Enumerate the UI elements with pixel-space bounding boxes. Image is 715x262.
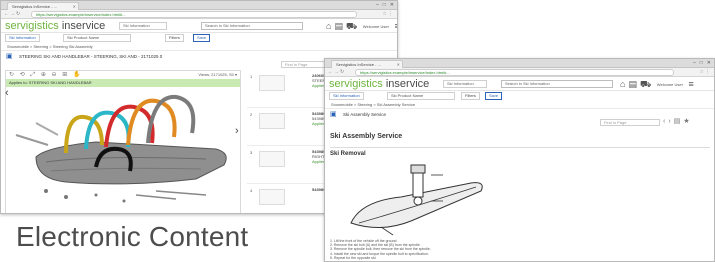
brand-logo: servigistics inservice	[329, 78, 429, 90]
header-select[interactable]: Ski Information	[443, 80, 487, 88]
next-arrow-icon[interactable]: ›	[235, 125, 239, 137]
brand-logo: servigistics inservice	[5, 20, 105, 32]
window-controls: – □ ✕	[693, 60, 711, 67]
close-icon[interactable]: ✕	[707, 60, 711, 67]
address-bar-row: ←→↻ https://servigistics.example/inservi…	[325, 68, 714, 77]
reload-icon[interactable]: ↻	[340, 69, 345, 75]
nav-buttons: ←→↻	[328, 69, 345, 76]
part-index: 2	[250, 112, 253, 117]
previous-arrow-icon[interactable]: ‹	[5, 87, 9, 99]
header-icons: ⌂▤⛟ Welcome User ≡	[617, 78, 694, 91]
hamburger-icon[interactable]: ≡	[688, 79, 693, 89]
reload-icon[interactable]: ↻	[16, 11, 21, 17]
brand-product: inservice	[61, 20, 106, 32]
tab-close-icon[interactable]: ✕	[73, 3, 76, 10]
ski-removal-illustration	[350, 164, 483, 236]
viewer-tool-icons[interactable]: ↻ ⟲ ⤢ ⊕ ⊖ ⊞ ✋	[9, 72, 82, 78]
part-index: 4	[250, 188, 253, 193]
save-button[interactable]: Save	[193, 34, 211, 42]
viewer-views-select[interactable]: Views: 2171025, S0 ▾	[198, 71, 237, 79]
section-title: Ski Removal	[330, 151, 366, 157]
menu-icon[interactable]: ⋮	[388, 11, 394, 17]
viewer-applies-banner: Applies to: STEERING SKI AND HANDLEBAR	[6, 79, 240, 87]
login-label[interactable]: Welcome User	[363, 24, 389, 29]
part-thumbnail	[259, 75, 285, 91]
header-search-input[interactable]: Search in Ski Information	[201, 22, 303, 30]
brand-name: servigistics	[329, 78, 383, 90]
context-selector[interactable]: Ski Information	[5, 34, 40, 42]
part-thumbnail	[259, 151, 285, 167]
tab-close-icon[interactable]: ✕	[397, 61, 400, 68]
find-in-page-input[interactable]: Find in Page	[600, 119, 660, 126]
header-search-input[interactable]: Search in Ski Information	[501, 80, 613, 88]
context-toolbar: Ski Information Ski Product Name Filters…	[1, 33, 397, 43]
context-field[interactable]: Ski Product Name	[63, 34, 131, 42]
page-action-icons: ‹›▤★	[663, 117, 693, 125]
part-thumbnail	[259, 113, 285, 129]
maximize-icon[interactable]: □	[700, 60, 703, 67]
brand-name: servigistics	[5, 20, 59, 32]
browser-tab-title: Servigistics InService - ...	[12, 4, 57, 9]
document-icon[interactable]: ▤	[628, 79, 637, 89]
filters-button[interactable]: Filters	[165, 34, 184, 42]
document-icon[interactable]: ▤	[334, 21, 343, 31]
document-title: Ski Assembly Service	[343, 112, 387, 117]
cart-icon[interactable]: ⛟	[640, 79, 651, 89]
page-title: Ski Assembly Service	[330, 133, 403, 140]
close-icon[interactable]: ✕	[390, 2, 394, 9]
window-controls: – □ ✕	[376, 2, 394, 9]
login-label[interactable]: Welcome User	[657, 82, 683, 87]
home-icon[interactable]: ⌂	[620, 79, 625, 89]
browser-window-service: Servigistics InService - ... ✕ – □ ✕ ←→↻…	[324, 58, 715, 262]
procedure-steps: 1. Lift the front of the vehicle off the…	[330, 239, 530, 260]
viewer-toolbar: ↻ ⟲ ⤢ ⊕ ⊖ ⊞ ✋ Views: 2171025, S0 ▾	[6, 71, 240, 79]
browser-tab-title: Servigistics InService - ...	[336, 62, 381, 67]
breadcrumb[interactable]: Snowmobile > Steering > Steering Ski Ass…	[1, 43, 397, 51]
minimize-icon[interactable]: –	[693, 60, 696, 67]
browser-tab[interactable]: Servigistics InService - ... ✕	[7, 2, 79, 10]
part-index: 1	[250, 74, 253, 79]
menu-icon[interactable]: ⋮	[705, 69, 711, 75]
browser-tabbar: Servigistics InService - ... ✕ – □ ✕	[325, 59, 714, 68]
ski-assembly-illustration	[15, 94, 227, 203]
app-header: servigistics inservice Ski Information S…	[325, 77, 714, 91]
filters-button[interactable]: Filters	[461, 92, 480, 100]
address-bar[interactable]: https://servigistics.example/inservice/i…	[31, 11, 357, 18]
browser-tabbar: Servigistics InService - ... ✕ – □ ✕	[1, 1, 397, 10]
browser-icons: ☆⋮	[383, 11, 394, 18]
address-bar[interactable]: https://servigistics.example/inservice/i…	[355, 69, 674, 76]
minimize-icon[interactable]: –	[376, 2, 379, 9]
save-button[interactable]: Save	[485, 92, 503, 100]
caption-text: Electronic Content	[16, 221, 249, 252]
app-header: servigistics inservice Ski Information S…	[1, 19, 397, 33]
hamburger-icon[interactable]: ≡	[394, 21, 397, 31]
favorite-star-icon[interactable]: ★	[683, 118, 692, 125]
section-divider	[330, 147, 710, 148]
context-toolbar: Ski Information Ski Product Name Filters…	[325, 91, 714, 101]
document-icon[interactable]: ▣	[6, 53, 13, 61]
header-icons: ⌂▤⛟ Welcome User ≡	[323, 20, 397, 33]
document-title: STEERING SKI AND HANDLEBAR - STEERING, S…	[19, 54, 163, 59]
context-field[interactable]: Ski Product Name	[387, 92, 455, 100]
part-index: 3	[250, 150, 253, 155]
part-thumbnail	[259, 189, 285, 205]
document-icon[interactable]: ▣	[330, 111, 337, 119]
brand-product: inservice	[385, 78, 430, 90]
header-select[interactable]: Ski Information	[119, 22, 167, 30]
illustration-viewer[interactable]: ↻ ⟲ ⤢ ⊕ ⊖ ⊞ ✋ Views: 2171025, S0 ▾ Appli…	[5, 70, 241, 213]
cart-icon[interactable]: ⛟	[346, 21, 357, 31]
print-icon[interactable]: ▤	[674, 118, 684, 125]
maximize-icon[interactable]: □	[383, 2, 386, 9]
browser-tab[interactable]: Servigistics InService - ... ✕	[331, 60, 403, 68]
nav-buttons: ←→↻	[4, 11, 21, 18]
procedure-step: 5. Repeat for the opposite ski.	[330, 255, 377, 260]
breadcrumb[interactable]: Snowmobile > Steering > Ski Assembly Ser…	[325, 101, 714, 109]
browser-icons: ☆⋮	[700, 69, 711, 76]
context-selector[interactable]: Ski Information	[329, 92, 364, 100]
address-bar-row: ←→↻ https://servigistics.example/inservi…	[1, 10, 397, 19]
home-icon[interactable]: ⌂	[326, 21, 331, 31]
